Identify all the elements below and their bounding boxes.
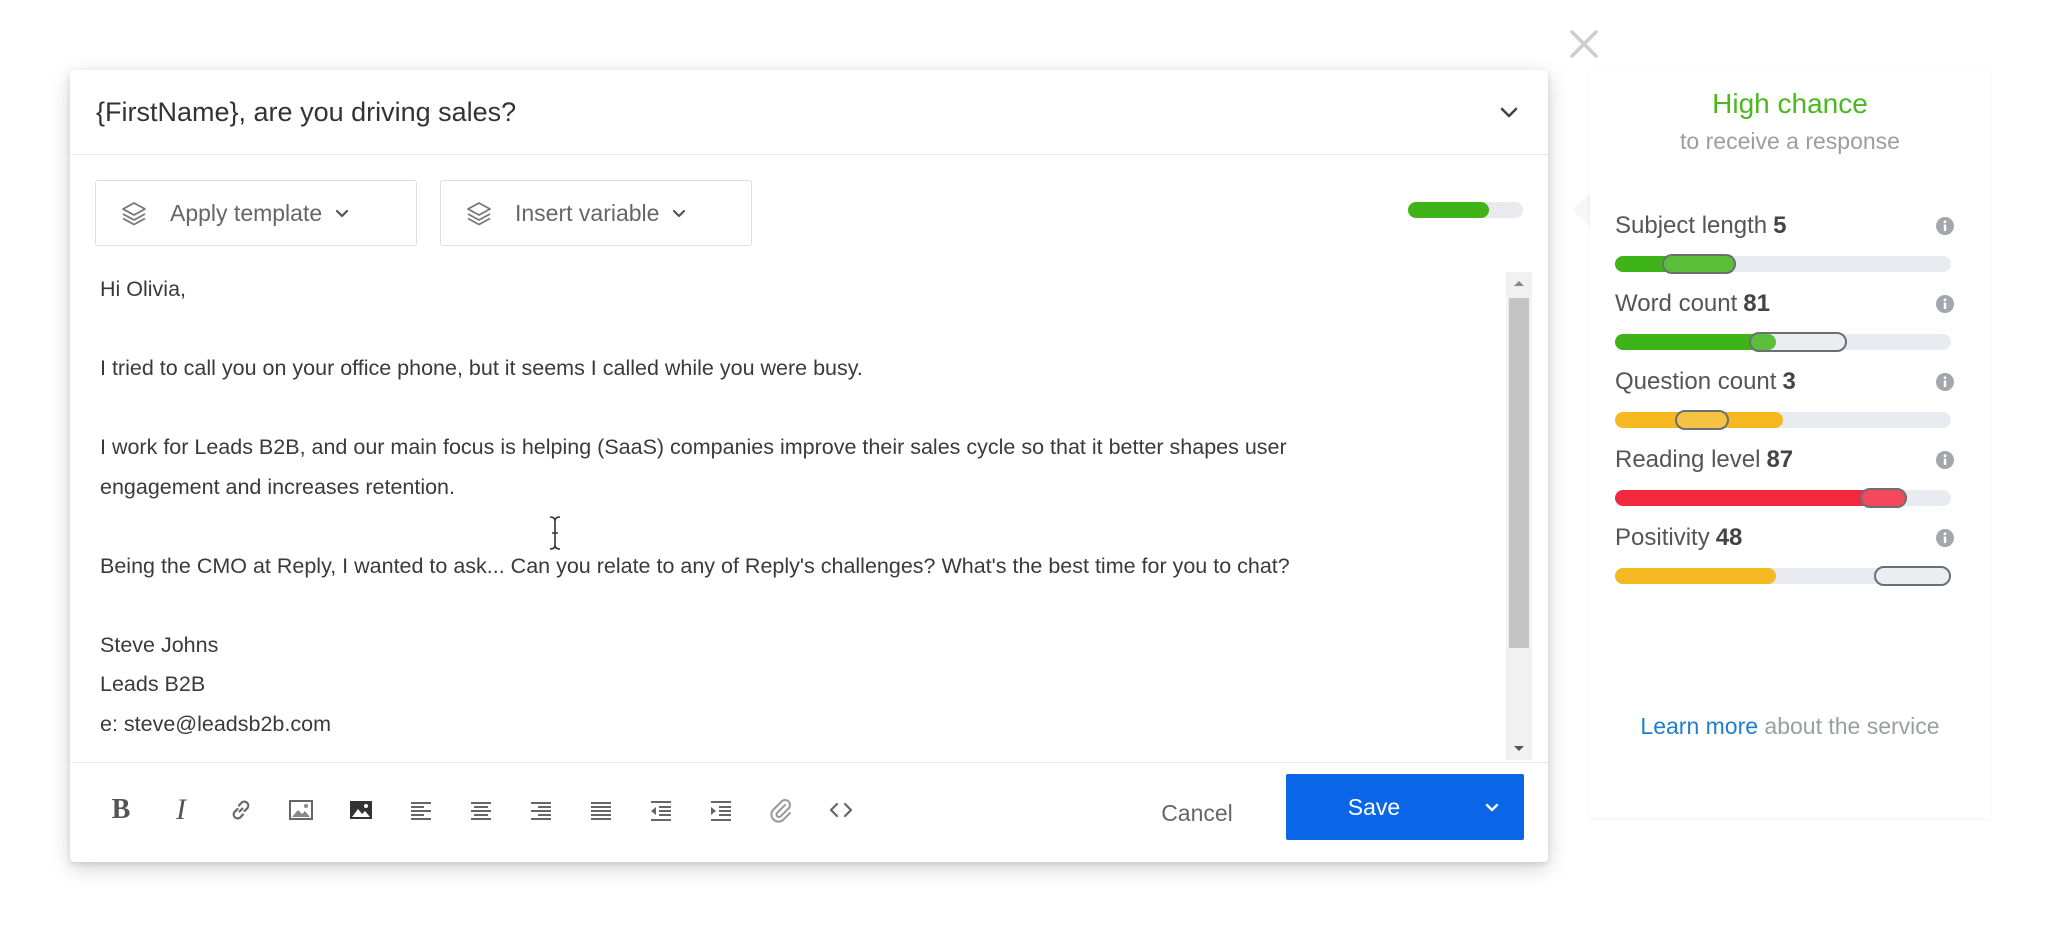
metric-track	[1615, 254, 1951, 274]
metric-value: 87	[1766, 446, 1794, 473]
scroll-thumb[interactable]	[1509, 298, 1529, 648]
metric-fill	[1615, 568, 1777, 584]
metric-name: Reading level	[1615, 446, 1761, 473]
chance-title: High chance	[1712, 88, 1868, 119]
email-body-line: Steve Johns	[100, 632, 219, 657]
apply-template-button[interactable]: Apply template	[95, 180, 417, 246]
metric-value: 3	[1782, 368, 1796, 395]
metric-name: Positivity	[1615, 524, 1710, 551]
chevron-down-icon	[336, 209, 349, 218]
metric-name: Word count	[1615, 290, 1738, 317]
metric-name: Question count	[1615, 368, 1777, 395]
chevron-down-icon	[673, 209, 686, 218]
metric-target-range	[1662, 254, 1736, 274]
email-body-line: e: steve@leadsb2b.com	[100, 711, 331, 736]
layers-icon	[122, 202, 146, 226]
align-justify-icon[interactable]	[586, 795, 616, 825]
align-right-icon[interactable]	[526, 795, 556, 825]
metric-track	[1615, 332, 1951, 352]
info-icon[interactable]	[1935, 372, 1955, 392]
metric-label: Reading level 87	[1615, 446, 1793, 474]
cancel-button[interactable]: Cancel	[1142, 793, 1252, 833]
code-icon[interactable]	[826, 795, 856, 825]
chevron-down-icon[interactable]	[1462, 774, 1522, 840]
layers-icon	[467, 202, 491, 226]
learn-more-rest: about the service	[1758, 713, 1940, 739]
response-analysis-panel: High chance to receive a response Subjec…	[1590, 70, 1990, 818]
chance-subtitle: to receive a response	[1680, 128, 1900, 154]
scroll-up-icon[interactable]	[1506, 272, 1532, 294]
metric-track	[1615, 488, 1951, 508]
save-button[interactable]: Save	[1286, 774, 1524, 840]
attachment-icon[interactable]	[766, 795, 796, 825]
response-score-bar	[1408, 202, 1523, 218]
info-icon[interactable]	[1935, 216, 1955, 236]
info-icon[interactable]	[1935, 528, 1955, 548]
align-left-icon[interactable]	[406, 795, 436, 825]
link-icon[interactable]	[226, 795, 256, 825]
bold-icon[interactable]: B	[106, 794, 136, 825]
learn-more-text: Learn more about the service	[1590, 710, 1990, 743]
email-body-line	[100, 586, 1500, 626]
metric-target-range	[1873, 566, 1951, 586]
email-body-line	[100, 310, 1500, 350]
metric-positivity: Positivity 48	[1615, 524, 1955, 626]
metric-target-range	[1675, 410, 1730, 430]
apply-template-label: Apply template	[170, 199, 323, 226]
editor-toolbar: Apply template Insert variable	[95, 180, 1523, 246]
metric-name: Subject length	[1615, 212, 1768, 239]
subject-line[interactable]: {FirstName}, are you driving sales?	[96, 97, 1496, 128]
text-cursor-icon	[548, 515, 562, 551]
response-score-fill	[1408, 202, 1489, 218]
subject-row[interactable]: {FirstName}, are you driving sales?	[70, 70, 1548, 155]
email-body-line: I tried to call you on your office phone…	[100, 356, 863, 380]
image-icon[interactable]	[286, 795, 316, 825]
metric-label: Word count 81	[1615, 290, 1770, 318]
metric-value: 81	[1743, 290, 1770, 317]
email-body-line	[100, 389, 1500, 429]
email-body[interactable]: Hi Olivia, I tried to call you on your of…	[100, 270, 1500, 750]
align-center-icon[interactable]	[466, 795, 496, 825]
metric-value: 48	[1715, 524, 1743, 551]
formatting-toolbar: B I	[106, 793, 886, 826]
body-scrollbar[interactable]	[1506, 272, 1532, 760]
metric-target-range	[1749, 332, 1847, 352]
save-button-label: Save	[1347, 793, 1401, 820]
close-icon[interactable]	[1568, 28, 1600, 60]
image-filled-icon[interactable]	[346, 795, 376, 825]
insert-variable-label: Insert variable	[515, 199, 660, 226]
scroll-down-icon[interactable]	[1506, 738, 1532, 760]
chevron-down-icon[interactable]	[1496, 99, 1522, 125]
metric-track	[1615, 566, 1951, 586]
email-editor: {FirstName}, are you driving sales? Appl…	[70, 70, 1548, 862]
email-body-line: I work for Leads B2B, and our main focus…	[100, 435, 1287, 459]
metric-label: Positivity 48	[1615, 524, 1742, 552]
info-icon[interactable]	[1935, 450, 1955, 470]
metric-label: Question count 3	[1615, 368, 1796, 396]
metric-track	[1615, 410, 1951, 430]
metric-target-range	[1860, 488, 1908, 508]
email-body-line: Being the CMO at Reply, I wanted to ask.…	[100, 553, 1290, 578]
info-icon[interactable]	[1935, 294, 1955, 314]
learn-more-link[interactable]: Learn more	[1640, 713, 1758, 739]
indent-icon[interactable]	[706, 795, 736, 825]
metric-value: 5	[1773, 212, 1787, 239]
email-body-line: Leads B2B	[100, 672, 206, 696]
insert-variable-button[interactable]: Insert variable	[440, 180, 752, 246]
email-body-line: engagement and increases retention.	[100, 474, 455, 499]
email-body-line	[100, 507, 1500, 547]
email-body-line: Hi Olivia,	[100, 277, 187, 301]
metric-label: Subject length 5	[1615, 212, 1786, 240]
outdent-icon[interactable]	[646, 795, 676, 825]
editor-footer: B I Cancel Save	[70, 762, 1548, 862]
italic-icon[interactable]: I	[166, 793, 196, 826]
